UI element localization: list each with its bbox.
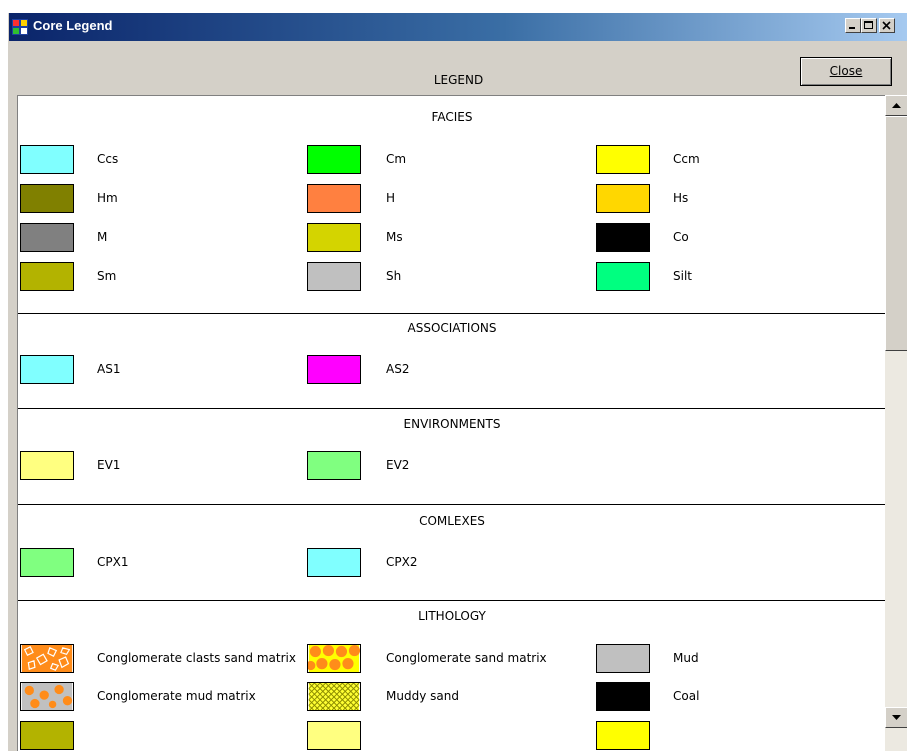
core-legend-window: Core Legend LEGEND Close FACIES Ccs Cm C…	[8, 13, 907, 751]
facies-label-co: Co	[673, 230, 689, 244]
lithology-swatch-orange-dots-gray	[20, 682, 74, 711]
lithology-label-mud: Mud	[673, 651, 699, 665]
facies-swatch-ccs	[20, 145, 74, 174]
complexes-label-cpx2: CPX2	[386, 555, 418, 569]
environments-title: ENVIRONMENTS	[403, 417, 501, 431]
associations-swatch-as1	[20, 355, 74, 384]
lithology-swatch-yellow-crosshatch	[307, 682, 361, 711]
lithology-title: LITHOLOGY	[418, 609, 486, 623]
environments-swatch-ev2	[307, 451, 361, 480]
app-icon	[12, 19, 28, 35]
maximize-button[interactable]	[861, 18, 877, 33]
facies-label-ccs: Ccs	[97, 152, 119, 166]
lithology-swatch-partial	[596, 721, 650, 750]
facies-swatch-sh	[307, 262, 361, 291]
facies-label-h: H	[386, 191, 396, 205]
facies-label-silt: Silt	[673, 269, 692, 283]
maximize-icon	[864, 21, 873, 29]
complexes-title: COMLEXES	[419, 514, 485, 528]
facies-label-m: M	[97, 230, 108, 244]
associations-label-as1: AS1	[97, 362, 121, 376]
lithology-swatch-orange-dots	[307, 644, 361, 673]
facies-label-ccm: Ccm	[673, 152, 700, 166]
facies-swatch-sm	[20, 262, 74, 291]
scroll-up-button[interactable]	[885, 95, 907, 116]
facies-swatch-hm	[20, 184, 74, 213]
associations-title: ASSOCIATIONS	[407, 321, 497, 335]
lithology-swatch-mud	[596, 644, 650, 673]
environments-swatch-ev1	[20, 451, 74, 480]
window-title: Core Legend	[33, 18, 113, 33]
facies-label-hm: Hm	[97, 191, 118, 205]
facies-swatch-ccm	[596, 145, 650, 174]
facies-swatch-cm	[307, 145, 361, 174]
facies-label-ms: Ms	[386, 230, 403, 244]
facies-swatch-co	[596, 223, 650, 252]
environments-label-ev1: EV1	[97, 458, 121, 472]
lithology-swatch-coal	[596, 682, 650, 711]
facies-label-hs: Hs	[673, 191, 689, 205]
arrow-down-icon	[892, 715, 901, 720]
facies-label-cm: Cm	[386, 152, 407, 166]
lithology-label-coal: Coal	[673, 689, 700, 703]
lithology-label-conglomerate-clasts-sand-matrix: Conglomerate clasts sand matrix	[97, 651, 296, 665]
title-bar[interactable]: Core Legend	[9, 13, 907, 41]
facies-label-sm: Sm	[97, 269, 117, 283]
environments-label-ev2: EV2	[386, 458, 410, 472]
minimize-icon	[849, 27, 855, 29]
scroll-thumb[interactable]	[885, 116, 907, 351]
facies-swatch-hs	[596, 184, 650, 213]
scroll-down-button[interactable]	[885, 707, 907, 728]
vertical-scrollbar[interactable]	[885, 95, 907, 751]
close-window-button[interactable]	[879, 18, 895, 33]
lithology-label-muddy-sand: Muddy sand	[386, 689, 459, 703]
lithology-swatch-partial	[307, 721, 361, 750]
minimize-button[interactable]	[845, 18, 861, 33]
lithology-label-conglomerate-sand-matrix: Conglomerate sand matrix	[386, 651, 547, 665]
lithology-swatch-orange-clasts	[20, 644, 74, 673]
section-divider	[18, 313, 886, 314]
associations-label-as2: AS2	[386, 362, 410, 376]
lithology-swatch-partial	[20, 721, 74, 750]
facies-swatch-h	[307, 184, 361, 213]
section-divider	[18, 408, 886, 409]
complexes-swatch-cpx2	[307, 548, 361, 577]
section-divider	[18, 504, 886, 505]
legend-heading: LEGEND	[433, 73, 484, 87]
complexes-label-cpx1: CPX1	[97, 555, 129, 569]
facies-swatch-silt	[596, 262, 650, 291]
section-divider	[18, 600, 886, 601]
facies-swatch-m	[20, 223, 74, 252]
arrow-up-icon	[892, 103, 901, 108]
close-button[interactable]: Close	[800, 57, 892, 86]
close-icon	[882, 21, 891, 30]
legend-panel: FACIES Ccs Cm Ccm Hm H Hs M Ms Co Sm Sh …	[17, 95, 886, 751]
associations-swatch-as2	[307, 355, 361, 384]
facies-title: FACIES	[431, 110, 473, 124]
close-button-label: Close	[829, 64, 863, 78]
complexes-swatch-cpx1	[20, 548, 74, 577]
facies-label-sh: Sh	[386, 269, 402, 283]
facies-swatch-ms	[307, 223, 361, 252]
lithology-label-conglomerate-mud-matrix: Conglomerate mud matrix	[97, 689, 256, 703]
